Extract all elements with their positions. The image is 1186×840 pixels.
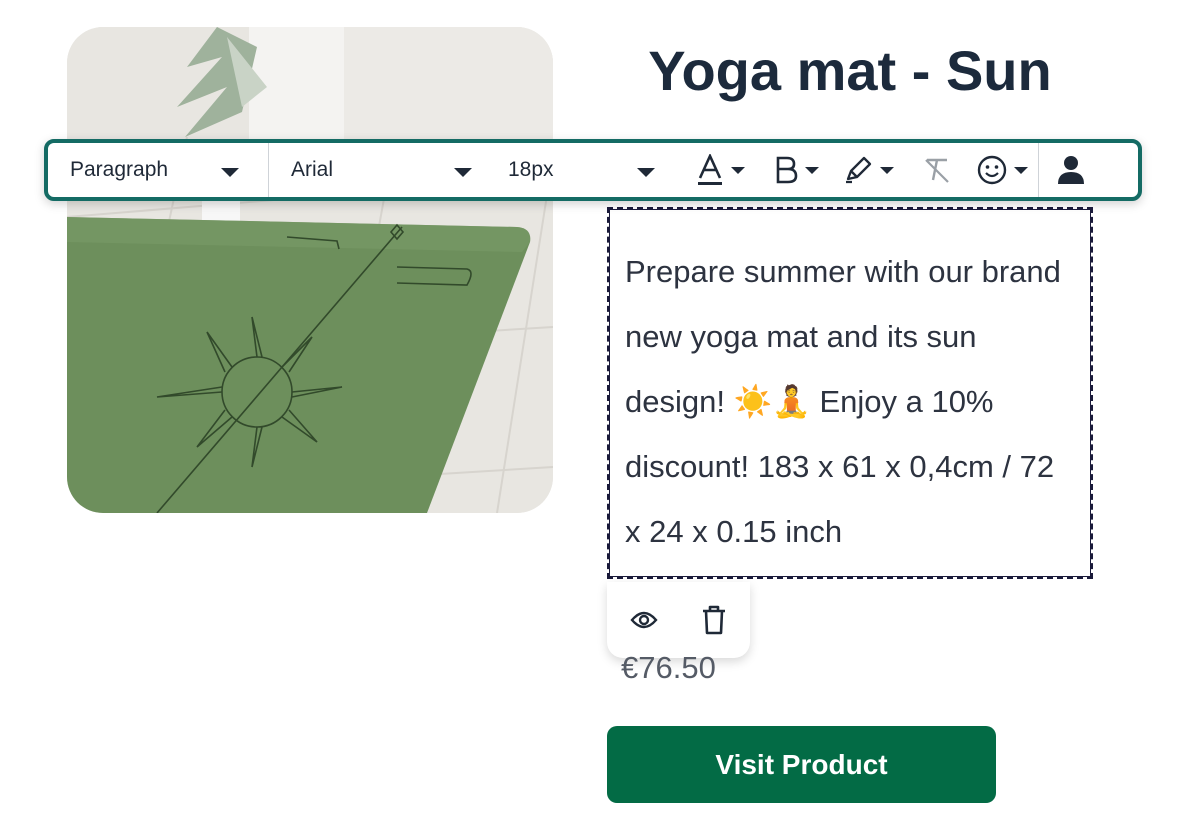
sun-emoji: ☀️ — [733, 384, 773, 419]
block-format-value: Paragraph — [70, 158, 169, 181]
font-color-icon — [697, 154, 722, 185]
chevron-down-icon — [221, 168, 239, 177]
font-family-value: Arial — [291, 158, 334, 181]
trash-icon — [702, 605, 725, 635]
visit-product-button[interactable]: Visit Product — [607, 726, 996, 803]
font-size-value: 18px — [508, 158, 554, 181]
delete-button[interactable] — [696, 602, 732, 638]
emoji-button[interactable] — [966, 143, 1038, 197]
yoga-mat-photo — [67, 27, 553, 513]
eye-icon — [629, 611, 658, 629]
user-button[interactable] — [1039, 143, 1103, 197]
chevron-down-icon — [879, 166, 894, 174]
bold-icon — [776, 156, 797, 184]
clear-format-icon — [925, 158, 949, 183]
product-image — [67, 27, 553, 513]
product-price: €76.50 — [621, 650, 716, 685]
highlighter-icon — [845, 156, 871, 184]
block-format-dropdown[interactable]: Paragraph — [48, 143, 268, 197]
highlight-button[interactable] — [828, 143, 908, 197]
user-icon — [1058, 156, 1084, 184]
chevron-down-icon — [1013, 166, 1028, 174]
product-title: Yoga mat - Sun — [648, 39, 1052, 102]
rich-text-toolbar: Paragraph Arial 18px — [44, 139, 1142, 201]
font-family-dropdown[interactable]: Arial — [269, 143, 486, 197]
element-actions-popup — [607, 582, 750, 658]
font-color-button[interactable] — [676, 143, 764, 197]
emoji-icon — [977, 155, 1006, 185]
yoga-emoji: 🧘 — [772, 384, 811, 419]
description-text: Prepare summer with our brand new yoga m… — [609, 209, 1091, 564]
bold-button[interactable] — [764, 143, 828, 197]
preview-button[interactable] — [626, 602, 662, 638]
font-size-dropdown[interactable]: 18px — [486, 143, 676, 197]
description-editor[interactable]: Prepare summer with our brand new yoga m… — [607, 207, 1093, 579]
chevron-down-icon — [804, 166, 819, 174]
clear-format-button[interactable] — [908, 143, 966, 197]
chevron-down-icon — [637, 168, 655, 177]
chevron-down-icon — [730, 166, 745, 174]
chevron-down-icon — [454, 168, 472, 177]
